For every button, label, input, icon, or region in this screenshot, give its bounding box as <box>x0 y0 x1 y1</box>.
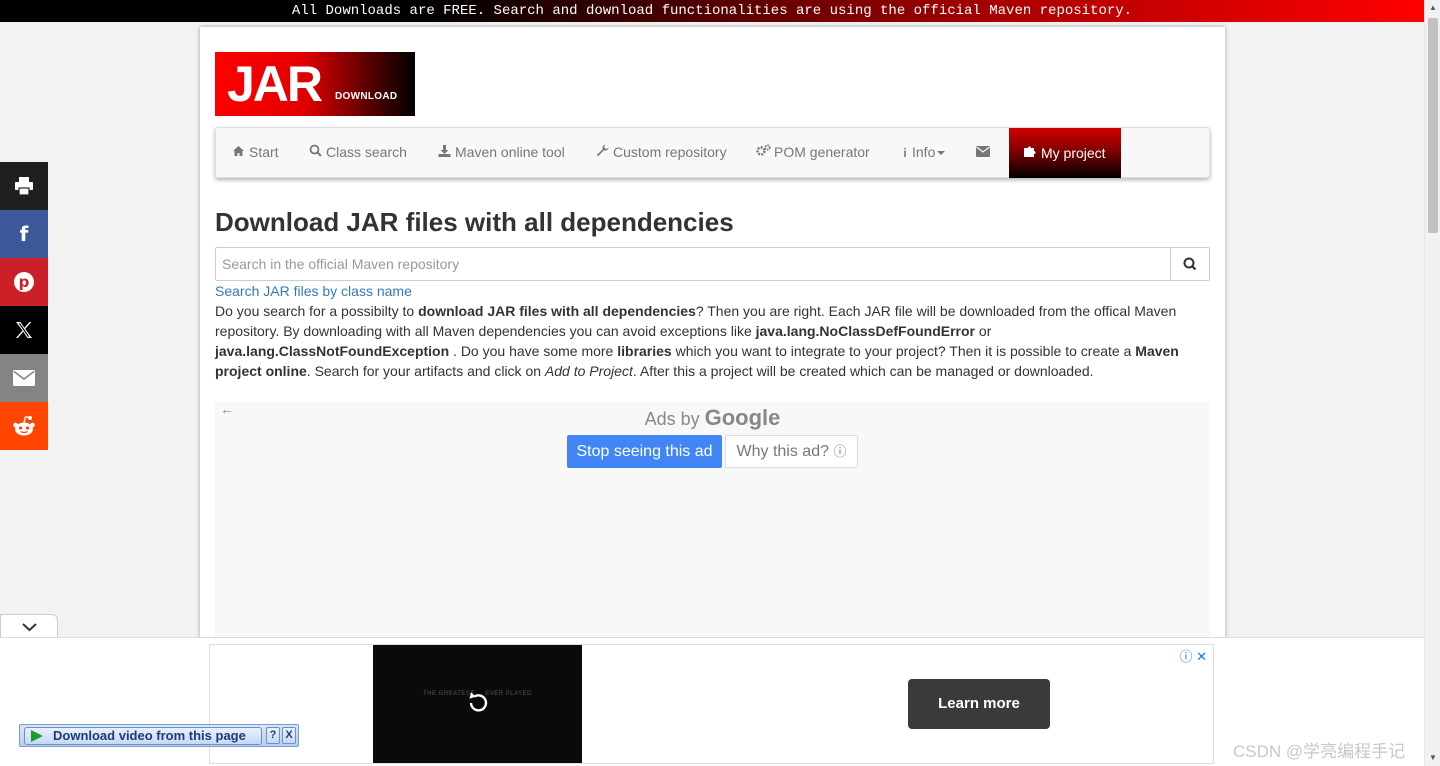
ads-by-google-label: Ads by Google <box>215 405 1210 431</box>
search-input[interactable] <box>216 248 1171 280</box>
top-banner: All Downloads are FREE. Search and downl… <box>0 0 1424 22</box>
search-button[interactable] <box>1170 248 1209 280</box>
jar-download-logo[interactable]: JAR DOWNLOAD <box>215 52 415 116</box>
nav-info-label: Info <box>912 144 936 160</box>
intro-italic-part: Add to Project <box>544 363 633 379</box>
intro-text-part: which you want to integrate to your proj… <box>671 343 1136 359</box>
help-button[interactable]: ? <box>266 727 280 744</box>
download-video-toolbar: Download video from this page ? X <box>19 724 299 747</box>
download-video-button[interactable]: Download video from this page <box>24 727 262 745</box>
logo-download-text: DOWNLOAD <box>335 91 398 102</box>
share-email-button[interactable] <box>0 354 48 402</box>
ads-by-text: Ads by <box>644 409 700 429</box>
nav-start-label: Start <box>249 144 279 160</box>
intro-bold-part: java.lang.NoClassDefFoundError <box>755 323 976 339</box>
intro-text-part: . Do you have some more <box>449 343 618 359</box>
nav-info-dropdown[interactable]: i Info <box>901 128 946 177</box>
search-by-class-link[interactable]: Search JAR files by class name <box>215 283 412 299</box>
why-this-ad-button[interactable]: Why this ad? ⓘ <box>725 435 858 468</box>
learn-more-button[interactable]: Learn more <box>908 679 1050 729</box>
svg-text:p: p <box>19 273 30 291</box>
video-ad-unit: THE GREATEST ... EVER PLAYED Learn more … <box>209 644 1214 764</box>
intro-bold-part: download JAR files with all dependencies <box>418 303 696 319</box>
gears-icon <box>756 129 771 178</box>
nav-pom-generator-label: POM generator <box>774 144 870 160</box>
why-this-ad-label: Why this ad? <box>736 443 829 460</box>
puzzle-icon <box>1023 129 1037 179</box>
home-icon <box>231 129 245 178</box>
share-pinterest-button[interactable]: p <box>0 258 48 306</box>
collapse-ad-toggle[interactable] <box>0 614 58 638</box>
share-print-button[interactable] <box>0 162 48 210</box>
facebook-icon: f <box>19 222 29 246</box>
stop-seeing-ad-button[interactable]: Stop seeing this ad <box>567 435 722 468</box>
intro-text-part: . After this a project will be created w… <box>632 363 1094 379</box>
share-facebook-button[interactable]: f <box>0 210 48 258</box>
main-navbar: Start Class search Maven online tool Cus… <box>215 127 1210 178</box>
intro-text-part: or <box>975 323 992 339</box>
intro-text-part: . Search for your artifacts and click on <box>306 363 545 379</box>
csdn-watermark: CSDN @学亮编程手记 <box>1233 742 1406 761</box>
share-reddit-button[interactable] <box>0 402 48 450</box>
social-share-bar: f p <box>0 162 48 450</box>
intro-bold-part: libraries <box>617 343 672 359</box>
caret-down-icon <box>937 151 946 156</box>
reddit-icon <box>13 415 35 436</box>
envelope-icon <box>976 129 990 178</box>
nav-class-search-label: Class search <box>326 144 407 160</box>
intro-bold-part: java.lang.ClassNotFoundException <box>215 343 450 359</box>
email-icon <box>13 370 35 386</box>
nav-maven-online-tool-label: Maven online tool <box>455 144 565 160</box>
nav-start[interactable]: Start <box>231 128 279 177</box>
nav-my-project[interactable]: My project <box>1009 128 1121 178</box>
nav-custom-repository[interactable]: Custom repository <box>595 128 727 177</box>
google-ad-slot: ← Ads by Google Stop seeing this ad Why … <box>215 401 1210 639</box>
logo-jar-text: JAR <box>227 56 323 112</box>
adchoices-close-icon[interactable]: ⓘ ✕ <box>1179 646 1207 665</box>
nav-custom-repository-label: Custom repository <box>613 144 727 160</box>
nav-contact[interactable] <box>976 128 994 177</box>
share-x-button[interactable] <box>0 306 48 354</box>
play-icon <box>31 730 43 742</box>
google-wordmark: Google <box>704 405 781 430</box>
info-circle-icon: ⓘ <box>833 444 847 459</box>
page-scrollbar[interactable]: ▲ ▼ <box>1424 0 1440 766</box>
nav-pom-generator[interactable]: POM generator <box>756 128 870 177</box>
scroll-up-arrow-icon[interactable]: ▲ <box>1425 0 1440 16</box>
scroll-down-arrow-icon[interactable]: ▼ <box>1425 750 1440 766</box>
wrench-icon <box>595 129 609 178</box>
replay-icon[interactable] <box>465 690 491 716</box>
info-icon: i <box>903 146 907 160</box>
intro-text-part: Do you search for a possibilty to <box>215 303 419 319</box>
close-button[interactable]: X <box>282 727 296 744</box>
chevron-down-icon <box>22 623 37 632</box>
page-content-card: JAR DOWNLOAD Start Class search Maven on… <box>200 27 1225 639</box>
nav-my-project-label: My project <box>1041 145 1106 161</box>
search-form <box>215 247 1210 281</box>
download-video-label: Download video from this page <box>53 728 246 743</box>
nav-class-search[interactable]: Class search <box>308 128 407 177</box>
search-icon <box>308 129 322 178</box>
scrollbar-thumb[interactable] <box>1428 18 1438 233</box>
ad-video-player[interactable]: THE GREATEST ... EVER PLAYED <box>373 645 582 763</box>
search-icon <box>1183 257 1197 271</box>
printer-icon <box>15 177 33 195</box>
page-title: Download JAR files with all dependencies <box>215 207 734 237</box>
x-logo-icon <box>16 322 32 338</box>
intro-paragraph: Do you search for a possibilty to downlo… <box>215 301 1200 381</box>
download-icon <box>437 129 451 178</box>
nav-maven-online-tool[interactable]: Maven online tool <box>437 128 565 177</box>
pinterest-icon: p <box>14 272 34 292</box>
